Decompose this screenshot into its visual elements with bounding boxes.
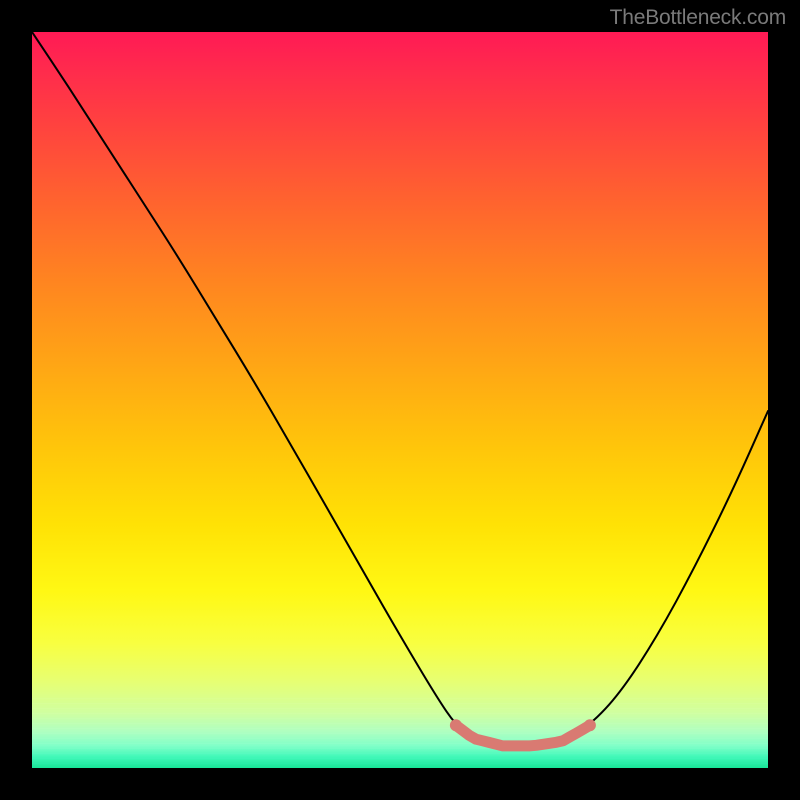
bottleneck-curve — [32, 32, 768, 746]
optimal-zone-left-dot — [450, 719, 462, 731]
chart-plot-area — [32, 32, 768, 768]
optimal-zone-right-dot — [584, 719, 596, 731]
curve-svg-layer — [32, 32, 768, 768]
optimal-zone-marker — [456, 725, 590, 746]
attribution-watermark: TheBottleneck.com — [610, 6, 786, 30]
